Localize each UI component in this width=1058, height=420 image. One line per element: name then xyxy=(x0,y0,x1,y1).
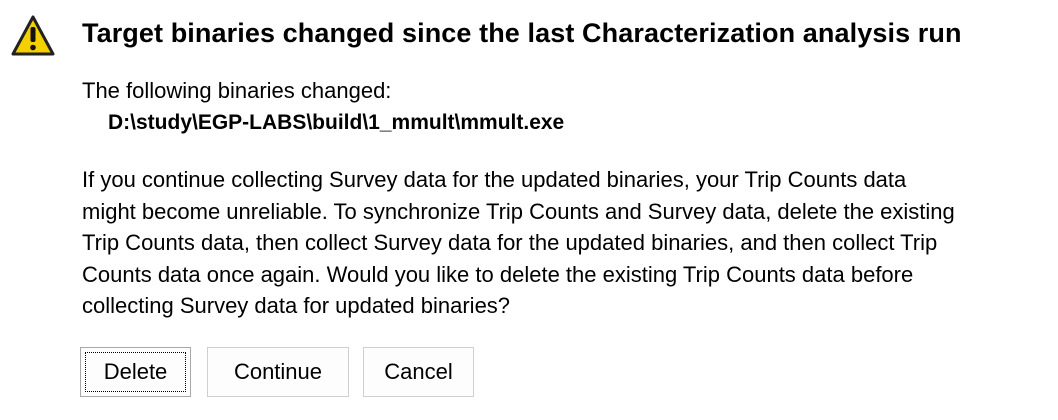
message-line: If you continue collecting Survey data f… xyxy=(82,167,907,192)
delete-button[interactable]: Delete xyxy=(80,347,191,397)
message-line: might become unreliable. To synchronize … xyxy=(82,198,955,224)
changed-binaries-label: The following binaries changed: xyxy=(82,78,392,103)
focus-ring xyxy=(85,352,186,392)
cancel-button[interactable]: Cancel xyxy=(363,347,474,397)
continue-button[interactable]: Continue xyxy=(207,347,349,397)
message-line: Trip Counts data, then collect Survey da… xyxy=(82,230,938,256)
cancel-button-label: Cancel xyxy=(384,359,453,384)
message-line: collecting Survey data for updated binar… xyxy=(82,293,511,319)
warning-dialog: Target binaries changed since the last C… xyxy=(0,0,1058,420)
binary-path: D:\study\EGP-LABS\build\1_mmult\mmult.ex… xyxy=(108,111,565,134)
message-line: Counts data once again. Would you like t… xyxy=(82,261,914,287)
warning-icon xyxy=(10,14,56,58)
dialog-message: If you continue collecting Survey data f… xyxy=(82,164,1050,322)
dialog-title: Target binaries changed since the last C… xyxy=(82,18,962,48)
continue-button-label: Continue xyxy=(233,359,323,384)
